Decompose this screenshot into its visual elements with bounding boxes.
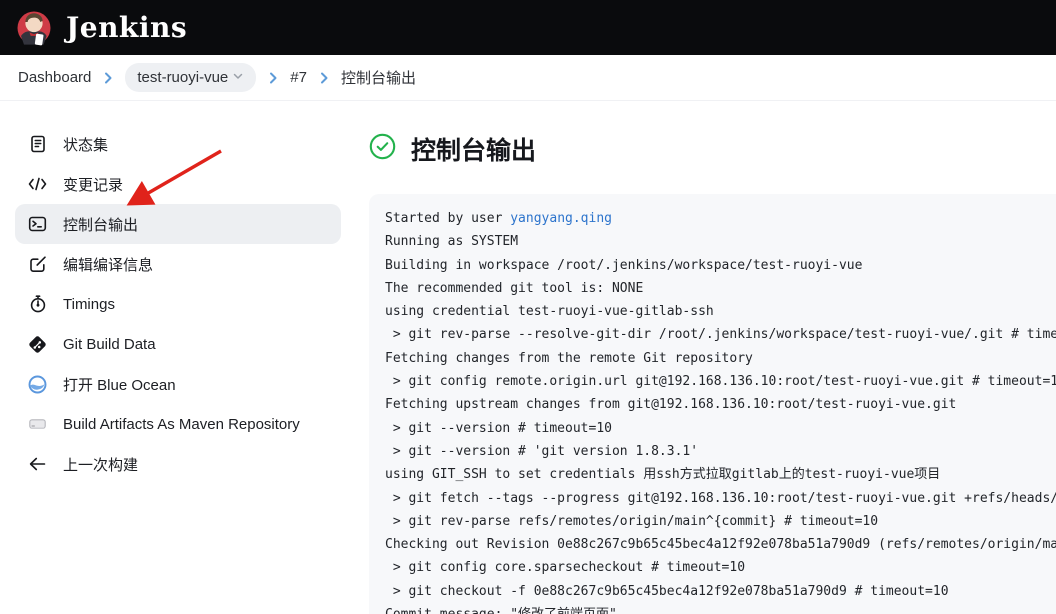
console-line: > git fetch --tags --progress git@192.16… xyxy=(385,487,1056,510)
console-text: Running as SYSTEM xyxy=(385,234,519,250)
console-text: Started by user xyxy=(385,211,511,226)
success-check-icon xyxy=(369,133,396,165)
page-title: 控制台输出 xyxy=(411,137,537,165)
console-text: using GIT_SSH to set credentials 用ssh方式拉… xyxy=(385,467,941,483)
console-line: using credential test-ruoyi-vue-gitlab-s… xyxy=(385,300,1056,323)
app-title[interactable]: Jenkins xyxy=(66,11,187,44)
sidebar-item-label: 编辑编译信息 xyxy=(63,256,154,274)
chevron-down-icon xyxy=(232,69,244,86)
console-line: > git --version # timeout=10 xyxy=(385,417,1056,440)
sidebar-item-label: Timings xyxy=(63,295,115,313)
console-line: > git rev-parse refs/remotes/origin/main… xyxy=(385,510,1056,533)
git-icon xyxy=(27,334,48,355)
sidebar-item-arrow-left[interactable]: 上一次构建 xyxy=(15,444,341,484)
console-output: Started by user yangyang.qing Running as … xyxy=(369,194,1056,614)
sidebar-item-label: Build Artifacts As Maven Repository xyxy=(63,415,300,433)
breadcrumb-label: test-ruoyi-vue xyxy=(137,69,229,86)
console-text: Fetching upstream changes from git@192.1… xyxy=(385,397,957,413)
console-line: > git checkout -f 0e88c267c9b65c45bec4a1… xyxy=(385,580,1056,603)
breadcrumb-item-test-ruoyi-vue[interactable]: test-ruoyi-vue xyxy=(125,63,257,92)
breadcrumb-item-#7[interactable]: #7 xyxy=(290,69,307,86)
console-text: Commit message: "修改了前端页面" xyxy=(385,607,617,614)
breadcrumb-separator-icon xyxy=(319,71,329,85)
sidebar-item-status-document[interactable]: 状态集 xyxy=(15,124,341,164)
console-text: > git rev-parse refs/remotes/origin/main… xyxy=(385,513,879,529)
console-text: > git checkout -f 0e88c267c9b65c45bec4a1… xyxy=(385,583,949,599)
sidebar-item-label: 变更记录 xyxy=(63,176,124,194)
sidebar: 状态集变更记录控制台输出编辑编译信息 Timings Git Build Data 打… xyxy=(0,101,356,614)
console-text: Checking out Revision 0e88c267c9b65c45be… xyxy=(385,537,1056,553)
main-content: 控制台输出 Started by user yangyang.qing Runni… xyxy=(356,101,1056,614)
console-user-link[interactable]: yangyang.qing xyxy=(510,211,612,226)
console-line: > git config remote.origin.url git@192.1… xyxy=(385,370,1056,393)
console-line: Running as SYSTEM xyxy=(385,230,1056,253)
console-text: > git --version # timeout=10 xyxy=(385,420,612,436)
status-document-icon xyxy=(27,134,48,155)
console-text: > git config remote.origin.url git@192.1… xyxy=(385,374,1056,390)
sidebar-item-label: 控制台输出 xyxy=(63,216,139,234)
stopwatch-icon xyxy=(27,294,48,315)
top-header: Jenkins xyxy=(0,0,1056,55)
sidebar-item-label: 打开 Blue Ocean xyxy=(63,376,176,394)
console-line: > git config core.sparsecheckout # timeo… xyxy=(385,556,1056,579)
sidebar-item-disk[interactable]: Build Artifacts As Maven Repository xyxy=(15,404,341,444)
sidebar-item-edit[interactable]: 编辑编译信息 xyxy=(15,244,341,284)
sidebar-item-terminal[interactable]: 控制台输出 xyxy=(15,204,341,244)
console-text: using credential test-ruoyi-vue-gitlab-s… xyxy=(385,304,714,320)
breadcrumb-separator-icon xyxy=(268,71,278,85)
sidebar-item-label: Git Build Data xyxy=(63,335,156,353)
console-text: > git config core.sparsecheckout # timeo… xyxy=(385,560,746,576)
sidebar-item-label: 状态集 xyxy=(63,136,109,154)
console-line: using GIT_SSH to set credentials 用ssh方式拉… xyxy=(385,463,1056,486)
blue-ocean-icon xyxy=(27,374,48,395)
console-line: > git rev-parse --resolve-git-dir /root/… xyxy=(385,323,1056,346)
console-text: Building in workspace /root/.jenkins/wor… xyxy=(385,257,863,273)
sidebar-item-label: 上一次构建 xyxy=(63,456,139,474)
console-line: Commit message: "修改了前端页面" xyxy=(385,603,1056,614)
console-text: > git fetch --tags --progress git@192.16… xyxy=(385,490,1056,506)
console-line: Fetching upstream changes from git@192.1… xyxy=(385,393,1056,416)
disk-icon xyxy=(27,414,48,435)
breadcrumb-separator-icon xyxy=(103,71,113,85)
sidebar-item-blue-ocean[interactable]: 打开 Blue Ocean xyxy=(15,364,341,404)
console-line: > git --version # 'git version 1.8.3.1' xyxy=(385,440,1056,463)
console-line: Checking out Revision 0e88c267c9b65c45be… xyxy=(385,533,1056,556)
console-text: Fetching changes from the remote Git rep… xyxy=(385,350,753,366)
page-heading: 控制台输出 xyxy=(369,131,1056,167)
terminal-icon xyxy=(27,214,48,235)
breadcrumb: Dashboard test-ruoyi-vue #7 控制台输出 xyxy=(0,55,1056,101)
arrow-left-icon xyxy=(27,454,48,475)
code-changes-icon xyxy=(27,174,48,195)
breadcrumb-item-控制台输出: 控制台输出 xyxy=(340,70,416,87)
page-body: 状态集 变更记录 控制台输出 编辑编译信息 Timings Git Build Data 打… xyxy=(0,101,1056,614)
console-text: > git --version # 'git version 1.8.3.1' xyxy=(385,443,699,459)
console-line: The recommended git tool is: NONE xyxy=(385,277,1056,300)
console-line: Started by user yangyang.qing xyxy=(385,207,1056,230)
console-line: Fetching changes from the remote Git rep… xyxy=(385,347,1056,370)
edit-icon xyxy=(27,254,48,275)
console-text: > git rev-parse --resolve-git-dir /root/… xyxy=(385,327,1056,343)
breadcrumb-item-Dashboard[interactable]: Dashboard xyxy=(18,69,91,86)
jenkins-butler-logo-icon[interactable] xyxy=(14,7,54,49)
console-line: Building in workspace /root/.jenkins/wor… xyxy=(385,254,1056,277)
sidebar-item-stopwatch[interactable]: Timings xyxy=(15,284,341,324)
sidebar-item-code-changes[interactable]: 变更记录 xyxy=(15,164,341,204)
console-text: The recommended git tool is: NONE xyxy=(385,280,644,296)
sidebar-item-git[interactable]: Git Build Data xyxy=(15,324,341,364)
